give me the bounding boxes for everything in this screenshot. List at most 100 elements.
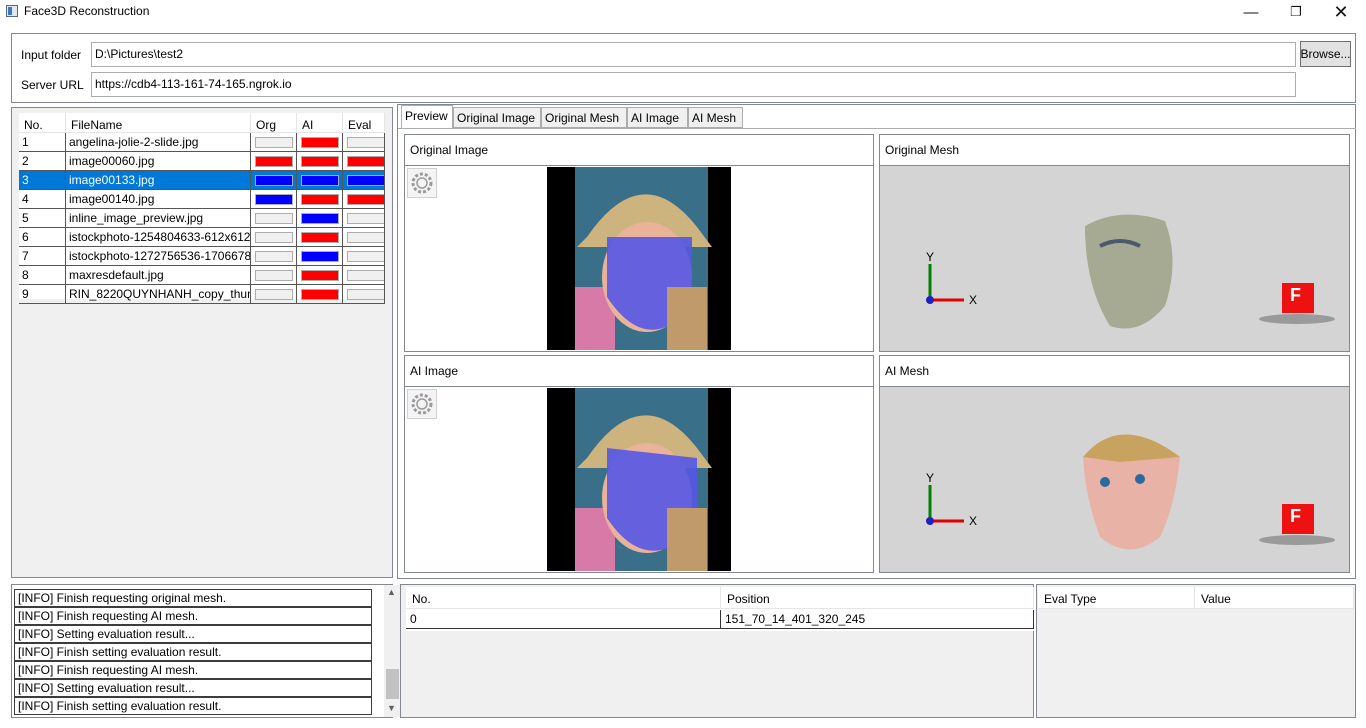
maximize-button[interactable]: ❐ — [1273, 0, 1319, 24]
table-row[interactable]: 2 image00060.jpg — [19, 152, 385, 171]
row-filename[interactable]: istockphoto-1254804633-612x612 — [66, 228, 251, 247]
status-swatch-ai — [301, 251, 339, 262]
column-header-filename[interactable]: FileName — [66, 113, 251, 133]
tab-ai-image[interactable]: AI Image — [627, 107, 688, 128]
status-swatch-org — [255, 270, 293, 281]
tab-preview[interactable]: Preview — [401, 105, 453, 129]
row-number[interactable]: 9 — [19, 285, 66, 304]
position-row-no[interactable]: 0 — [406, 610, 721, 629]
row-ai-cell[interactable] — [297, 228, 343, 247]
column-header-org[interactable]: Org — [251, 113, 297, 133]
gear-icon[interactable] — [407, 389, 437, 419]
column-header-no[interactable]: No. — [406, 587, 721, 609]
row-filename[interactable]: angelina-jolie-2-slide.jpg — [66, 133, 251, 152]
row-org-cell[interactable] — [251, 228, 297, 247]
view-cube-label[interactable]: F — [1290, 285, 1301, 306]
row-filename[interactable]: RIN_8220QUYNHANH_copy_thum — [66, 285, 251, 304]
table-row[interactable]: 1 angelina-jolie-2-slide.jpg — [19, 133, 385, 152]
tab-original-mesh[interactable]: Original Mesh — [541, 107, 627, 128]
y-axis-label: Y — [926, 250, 935, 264]
row-filename[interactable]: inline_image_preview.jpg — [66, 209, 251, 228]
status-swatch-eval — [347, 156, 384, 167]
table-row[interactable]: 7 istockphoto-1272756536-1706678 — [19, 247, 385, 266]
row-eval-cell[interactable] — [343, 171, 385, 190]
row-eval-cell[interactable] — [343, 285, 385, 304]
row-ai-cell[interactable] — [297, 171, 343, 190]
mesh-viewport[interactable]: Y X F — [880, 166, 1349, 351]
row-org-cell[interactable] — [251, 152, 297, 171]
row-number[interactable]: 2 — [19, 152, 66, 171]
row-ai-cell[interactable] — [297, 190, 343, 209]
status-swatch-org — [255, 194, 293, 205]
table-row[interactable]: 9 RIN_8220QUYNHANH_copy_thum — [19, 285, 385, 304]
mesh-render — [926, 214, 1335, 329]
status-swatch-org — [255, 175, 293, 186]
column-header-value[interactable]: Value — [1195, 587, 1354, 609]
row-org-cell[interactable] — [251, 247, 297, 266]
minimize-button[interactable]: — — [1228, 0, 1274, 24]
row-org-cell[interactable] — [251, 171, 297, 190]
column-header-position[interactable]: Position — [721, 587, 1034, 609]
scroll-up-icon[interactable]: ▲ — [387, 587, 396, 597]
row-number[interactable]: 7 — [19, 247, 66, 266]
row-eval-cell[interactable] — [343, 209, 385, 228]
scroll-down-icon[interactable]: ▼ — [387, 703, 396, 713]
row-org-cell[interactable] — [251, 209, 297, 228]
row-number[interactable]: 8 — [19, 266, 66, 285]
y-axis-label: Y — [926, 471, 935, 485]
table-row[interactable]: 6 istockphoto-1254804633-612x612 — [19, 228, 385, 247]
gear-icon[interactable] — [407, 168, 437, 198]
table-row[interactable]: 4 image00140.jpg — [19, 190, 385, 209]
row-eval-cell[interactable] — [343, 228, 385, 247]
column-header-eval[interactable]: Eval — [343, 113, 385, 133]
close-button[interactable]: ✕ — [1318, 0, 1364, 24]
row-ai-cell[interactable] — [297, 152, 343, 171]
status-swatch-org — [255, 251, 293, 262]
row-filename[interactable]: maxresdefault.jpg — [66, 266, 251, 285]
row-org-cell[interactable] — [251, 190, 297, 209]
row-eval-cell[interactable] — [343, 247, 385, 266]
row-filename[interactable]: image00060.jpg — [66, 152, 251, 171]
column-header-no[interactable]: No. — [19, 113, 66, 133]
row-eval-cell[interactable] — [343, 266, 385, 285]
row-eval-cell[interactable] — [343, 133, 385, 152]
position-row-value[interactable]: 151_70_14_401_320_245 — [721, 610, 1034, 629]
tab-original-image[interactable]: Original Image — [453, 107, 541, 128]
file-list-panel: No. FileName Org AI Eval 1 angelina-jolie… — [11, 107, 393, 578]
table-row[interactable]: 8 maxresdefault.jpg — [19, 266, 385, 285]
table-row[interactable]: 5 inline_image_preview.jpg — [19, 209, 385, 228]
row-number[interactable]: 6 — [19, 228, 66, 247]
row-ai-cell[interactable] — [297, 285, 343, 304]
column-header-eval-type[interactable]: Eval Type — [1038, 587, 1195, 609]
row-filename[interactable]: istockphoto-1272756536-1706678 — [66, 247, 251, 266]
row-filename[interactable]: image00140.jpg — [66, 190, 251, 209]
row-eval-cell[interactable] — [343, 190, 385, 209]
row-org-cell[interactable] — [251, 266, 297, 285]
row-org-cell[interactable] — [251, 285, 297, 304]
log-panel[interactable]: [INFO] Finish requesting original mesh.[… — [11, 584, 401, 718]
column-header-ai[interactable]: AI — [297, 113, 343, 133]
row-ai-cell[interactable] — [297, 266, 343, 285]
browse-button[interactable]: Browse... — [1300, 41, 1351, 67]
mesh-viewport[interactable]: Y X F — [880, 387, 1349, 572]
row-org-cell[interactable] — [251, 133, 297, 152]
row-number[interactable]: 4 — [19, 190, 66, 209]
table-row[interactable]: 3 image00133.jpg — [19, 171, 385, 190]
status-swatch-eval — [347, 213, 384, 224]
row-ai-cell[interactable] — [297, 247, 343, 266]
row-number[interactable]: 5 — [19, 209, 66, 228]
row-ai-cell[interactable] — [297, 209, 343, 228]
row-number[interactable]: 1 — [19, 133, 66, 152]
tab-ai-mesh[interactable]: AI Mesh — [688, 107, 743, 128]
scroll-thumb[interactable] — [386, 669, 399, 699]
log-scrollbar[interactable]: ▲ ▼ — [384, 585, 401, 717]
row-filename[interactable]: image00133.jpg — [66, 171, 251, 190]
row-eval-cell[interactable] — [343, 152, 385, 171]
row-number[interactable]: 3 — [19, 171, 66, 190]
mesh-render — [926, 434, 1335, 550]
status-swatch-ai — [301, 213, 339, 224]
view-cube-label[interactable]: F — [1290, 506, 1301, 527]
server-url-field[interactable]: https://cdb4-113-161-74-165.ngrok.io — [91, 72, 1296, 97]
row-ai-cell[interactable] — [297, 133, 343, 152]
input-folder-field[interactable]: D:\Pictures\test2 — [91, 42, 1296, 67]
